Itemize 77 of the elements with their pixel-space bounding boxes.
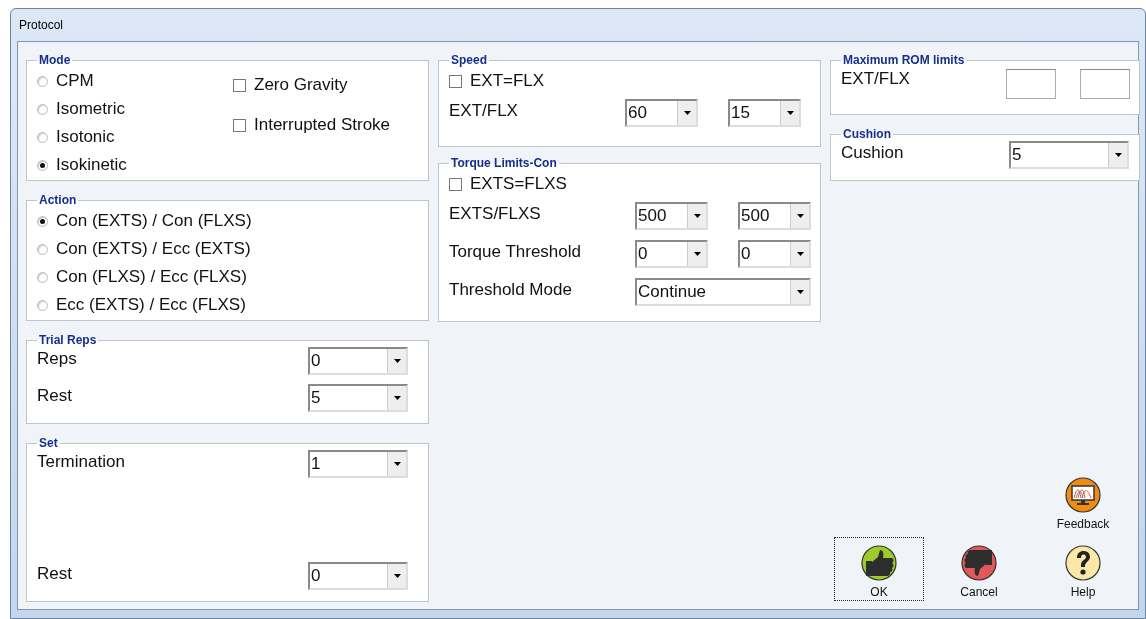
radio-option[interactable]: Con (EXTS) / Ecc (EXTS) <box>37 235 418 263</box>
thumbs-down-icon <box>961 545 997 581</box>
field-label: Reps <box>37 348 77 369</box>
radio-option[interactable]: Con (FLXS) / Ecc (FLXS) <box>37 263 418 291</box>
dropdown[interactable]: 60 <box>625 99 698 127</box>
caret-icon <box>693 214 701 218</box>
field-label: Rest <box>37 563 72 584</box>
field-label: EXTS/FLXS <box>449 203 541 224</box>
dropdown[interactable]: 0 <box>308 347 408 375</box>
radio-button[interactable] <box>37 215 48 227</box>
radio-button[interactable] <box>37 103 48 115</box>
checkbox-option[interactable]: Zero Gravity <box>233 71 418 99</box>
field-label: Termination <box>37 451 125 472</box>
dropdown[interactable]: 500 <box>738 202 811 230</box>
field-label: Torque Threshold <box>449 241 581 262</box>
help-button[interactable]: Help <box>1034 537 1132 601</box>
radio-button[interactable] <box>37 159 48 171</box>
question-mark-icon <box>1065 545 1101 581</box>
radio-button[interactable] <box>37 243 48 255</box>
checkbox-option[interactable]: EXTS=FLXS <box>449 170 811 198</box>
group-title: Torque Limits-Con <box>450 156 558 170</box>
caret-icon <box>1114 153 1122 157</box>
checkbox-option[interactable]: EXT=FLX <box>449 67 801 95</box>
thumbs-up-icon <box>861 545 897 581</box>
field-label: Threshold Mode <box>449 279 572 300</box>
caret-icon <box>693 252 701 256</box>
group-title: Cushion <box>842 127 892 141</box>
field-label: Rest <box>37 385 72 406</box>
dropdown[interactable]: 0 <box>635 240 708 268</box>
checkbox[interactable] <box>233 118 246 132</box>
caret-icon <box>393 396 401 400</box>
caret-icon <box>683 111 691 115</box>
ok-button[interactable]: OK <box>834 537 924 601</box>
radio-button[interactable] <box>37 299 48 311</box>
caret-icon <box>796 214 804 218</box>
caret-icon <box>393 462 401 466</box>
radio-button[interactable] <box>37 131 48 143</box>
field-label: EXT/FLX <box>841 68 910 89</box>
dropdown[interactable]: 1 <box>308 450 408 478</box>
caret-icon <box>796 252 804 256</box>
dropdown[interactable]: 0 <box>738 240 811 268</box>
dropdown[interactable]: 500 <box>635 202 708 230</box>
dropdown[interactable]: 0 <box>308 562 408 590</box>
monitor-icon <box>1065 477 1101 513</box>
radio-option[interactable]: Ecc (EXTS) / Ecc (FLXS) <box>37 291 418 319</box>
group-title: Trial Reps <box>38 333 98 347</box>
checkbox-option[interactable]: Interrupted Stroke <box>233 111 418 139</box>
field-label: Cushion <box>841 142 904 163</box>
caret-icon <box>796 290 804 294</box>
dropdown[interactable]: 5 <box>308 384 408 412</box>
input-field[interactable] <box>1080 69 1130 99</box>
caret-icon <box>786 111 794 115</box>
caret-icon <box>393 574 401 578</box>
checkbox[interactable] <box>233 78 246 92</box>
checkbox[interactable] <box>449 177 462 191</box>
caret-icon <box>393 359 401 363</box>
radio-button[interactable] <box>37 271 48 283</box>
checkbox[interactable] <box>449 74 462 88</box>
feedback-button[interactable]: Feedback <box>1034 453 1132 533</box>
radio-option[interactable]: Isotonic <box>37 123 233 151</box>
dropdown[interactable]: 5 <box>1009 141 1129 169</box>
input-field[interactable] <box>1006 69 1056 99</box>
radio-button[interactable] <box>37 75 48 87</box>
group-title: Action <box>38 193 78 207</box>
radio-option[interactable]: CPM <box>37 67 233 95</box>
group-title: Mode <box>38 53 72 67</box>
cancel-button[interactable]: Cancel <box>930 537 1028 601</box>
field-label: EXT/FLX <box>449 100 518 121</box>
window-title: Protocol <box>18 18 64 32</box>
group-title: Speed <box>450 53 488 67</box>
radio-option[interactable]: Isokinetic <box>37 151 233 179</box>
group-title: Maximum ROM limits <box>842 53 966 67</box>
dropdown[interactable]: 15 <box>728 99 801 127</box>
group-title: Set <box>38 436 59 450</box>
radio-option[interactable]: Con (EXTS) / Con (FLXS) <box>37 207 418 235</box>
radio-option[interactable]: Isometric <box>37 95 233 123</box>
dropdown[interactable]: Continue <box>635 278 811 306</box>
